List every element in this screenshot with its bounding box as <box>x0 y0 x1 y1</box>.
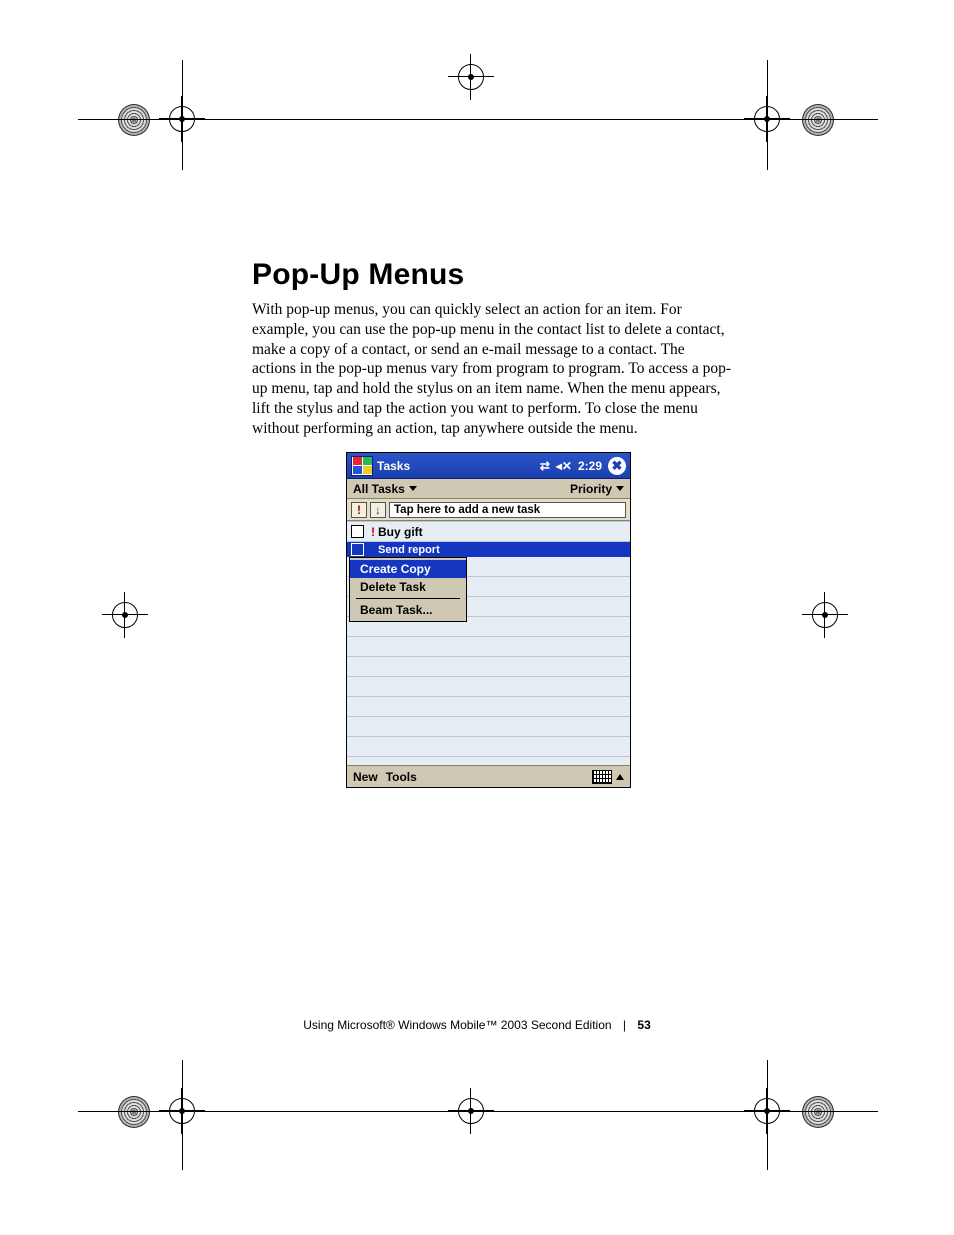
keyboard-icon[interactable] <box>592 770 612 784</box>
crop-line <box>182 60 183 170</box>
page-number: 53 <box>637 1018 650 1032</box>
section-heading: Pop-Up Menus <box>252 258 732 292</box>
tools-button[interactable]: Tools <box>386 770 417 784</box>
menu-item-beam-task[interactable]: Beam Task... <box>350 601 466 619</box>
footer-separator: | <box>623 1018 626 1032</box>
filter-category-label: All Tasks <box>353 482 405 496</box>
filter-sort-dropdown[interactable]: Priority <box>570 482 624 496</box>
close-icon[interactable]: ✖ <box>608 457 626 475</box>
clock-text: 2:29 <box>578 459 602 473</box>
titlebar: Tasks ⇄ ◂✕ 2:29 ✖ <box>347 453 630 479</box>
priority-icon: ! <box>368 525 378 539</box>
task-checkbox[interactable] <box>351 543 364 556</box>
app-title: Tasks <box>377 459 410 473</box>
command-bar: New Tools <box>347 765 630 787</box>
context-popup-menu: Create Copy Delete Task Beam Task... <box>349 557 467 622</box>
new-task-placeholder: Tap here to add a new task <box>394 504 540 516</box>
input-panel-up-icon[interactable] <box>616 774 624 780</box>
filter-sort-label: Priority <box>570 482 612 496</box>
crop-line <box>767 60 768 170</box>
footer-text: Using Microsoft® Windows Mobile™ 2003 Se… <box>303 1018 611 1032</box>
connectivity-icon[interactable]: ⇄ <box>540 459 550 473</box>
menu-item-create-copy[interactable]: Create Copy <box>350 560 466 578</box>
chevron-down-icon <box>409 486 417 491</box>
crop-reg <box>812 602 838 628</box>
pda-screenshot: Tasks ⇄ ◂✕ 2:29 ✖ All Tasks Priority ! ↓ <box>346 452 631 788</box>
crop-mark-globe <box>802 104 834 136</box>
priority-low-button[interactable]: ↓ <box>370 502 386 518</box>
crop-line <box>767 1060 768 1170</box>
filter-bar: All Tasks Priority <box>347 479 630 499</box>
task-label: Send report <box>378 544 440 556</box>
page-footer: Using Microsoft® Windows Mobile™ 2003 Se… <box>0 1018 954 1032</box>
menu-separator <box>356 598 460 599</box>
task-list: ! Buy gift Send report Create Copy Delet… <box>347 521 630 765</box>
section-paragraph: With pop-up menus, you can quickly selec… <box>252 300 732 439</box>
task-row-selected[interactable]: Send report <box>347 541 630 557</box>
task-label: Buy gift <box>378 525 423 539</box>
priority-high-button[interactable]: ! <box>351 502 367 518</box>
crop-mark-globe <box>118 104 150 136</box>
crop-line <box>182 1060 183 1170</box>
filter-category-dropdown[interactable]: All Tasks <box>353 482 417 496</box>
task-checkbox[interactable] <box>351 525 364 538</box>
crop-mark-globe <box>118 1096 150 1128</box>
task-row[interactable]: ! Buy gift <box>347 521 630 541</box>
new-task-row: ! ↓ Tap here to add a new task <box>347 499 630 521</box>
crop-line <box>78 1111 878 1112</box>
crop-line <box>78 119 878 120</box>
start-icon[interactable] <box>351 456 373 476</box>
menu-item-delete-task[interactable]: Delete Task <box>350 578 466 596</box>
crop-reg <box>458 64 484 90</box>
new-task-input[interactable]: Tap here to add a new task <box>389 502 626 518</box>
crop-mark-globe <box>802 1096 834 1128</box>
crop-reg <box>112 602 138 628</box>
speaker-icon[interactable]: ◂✕ <box>556 459 572 473</box>
new-button[interactable]: New <box>353 770 378 784</box>
chevron-down-icon <box>616 486 624 491</box>
